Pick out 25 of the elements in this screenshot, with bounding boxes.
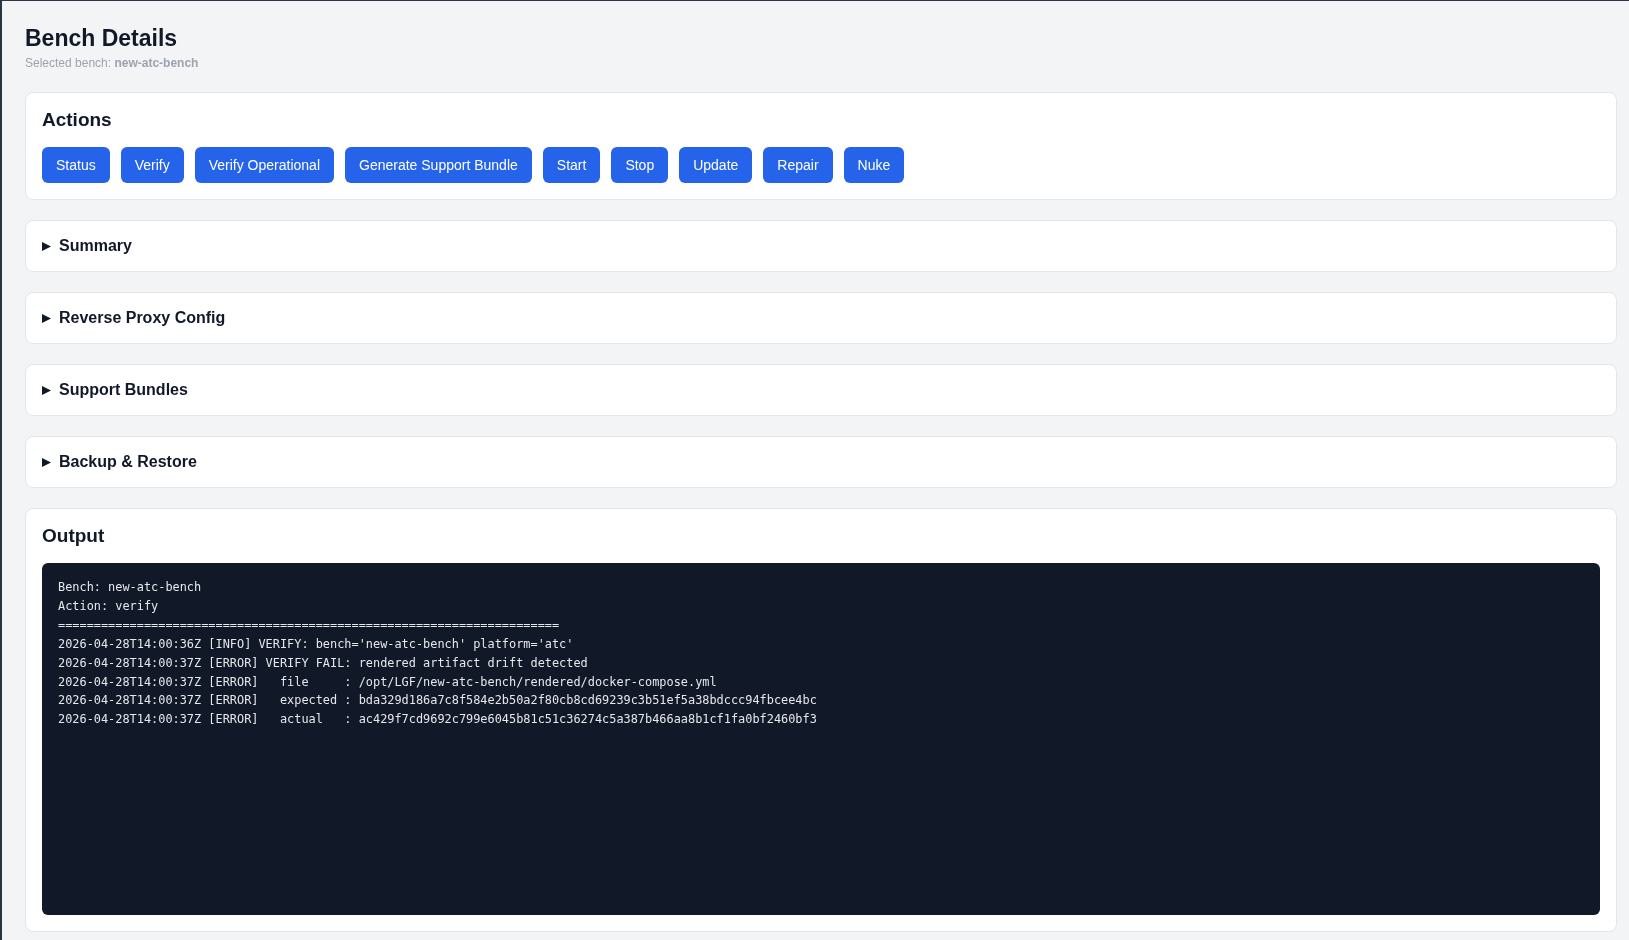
output-line: 2026-04-28T14:00:36Z [INFO] VERIFY: bench='new-atc-bench' platform='atc' <box>58 635 574 653</box>
action-button[interactable]: Start <box>542 147 601 183</box>
output-line: Bench: new-atc-bench <box>58 579 202 596</box>
panel-heading: Output <box>42 525 105 547</box>
selected-bench-text: Selected bench: new-atc-bench <box>25 55 199 71</box>
output-line: Action: verify <box>58 597 159 615</box>
action-button[interactable]: Repair <box>763 147 833 183</box>
action-button[interactable]: Nuke <box>843 147 905 183</box>
section-toggle[interactable]: Summary <box>42 237 132 255</box>
section-toggle[interactable]: Support Bundles <box>42 381 188 399</box>
section-toggle[interactable]: Backup & Restore <box>42 453 197 471</box>
output-line: 2026-04-28T14:00:37Z [ERROR] VERIFY FAIL: rendered artifact drift detected <box>58 654 588 672</box>
action-button[interactable]: Verify <box>120 147 184 183</box>
output-line: 2026-04-28T14:00:37Z [ERROR] expected : bda329d186a7c8f584e2b50a2f80cb8cd69239c3b51ef5a38bdccc94fbcee4bc <box>58 692 817 710</box>
page-title: Bench Details <box>25 24 178 52</box>
action-button[interactable]: Update <box>679 147 753 183</box>
output-line: 2026-04-28T14:00:37Z [ERROR] actual : ac429f7cd9692c799e6045b81c51c36274c5a387b466aa8b1cf1fa0bf2460bf3 <box>58 711 817 729</box>
action-button[interactable]: Stop <box>611 147 669 183</box>
panel-heading: Actions <box>42 109 112 131</box>
section-toggle[interactable]: Reverse Proxy Config <box>42 309 226 327</box>
output-line: ====================================================================== <box>58 616 560 634</box>
output-line: 2026-04-28T14:00:37Z [ERROR] file : /opt/LGF/new-atc-bench/rendered/docker-compose.yml <box>58 673 717 691</box>
action-button[interactable]: Generate Support Bundle <box>345 147 532 183</box>
action-button[interactable]: Verify Operational <box>194 147 334 183</box>
action-button[interactable]: Status <box>42 147 110 183</box>
